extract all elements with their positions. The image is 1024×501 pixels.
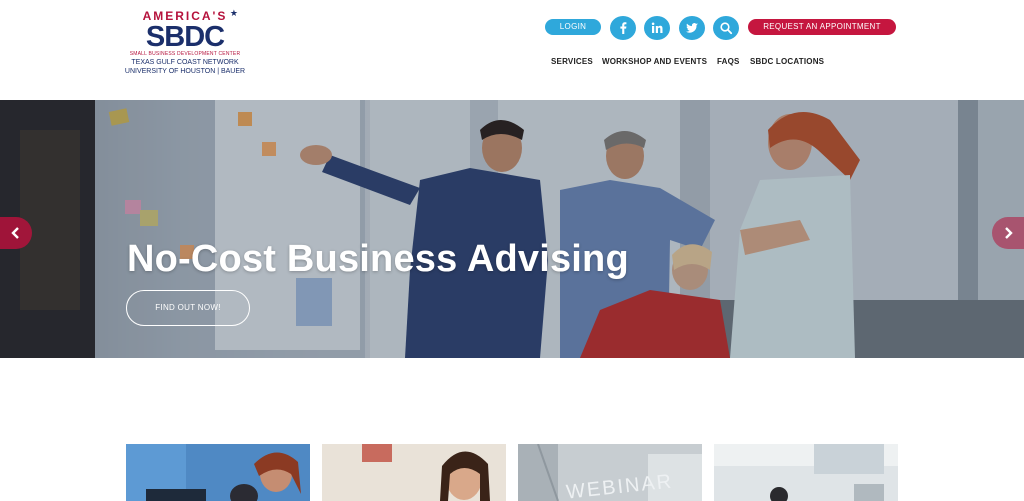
chevron-left-icon xyxy=(11,227,19,239)
top-utility-bar: LOGIN REQUEST AN APPOINTMENT xyxy=(0,16,1024,40)
service-card-advising[interactable] xyxy=(126,444,310,501)
logo-university: UNIVERSITY OF HOUSTON | BAUER xyxy=(124,68,246,75)
hero-title: No-Cost Business Advising xyxy=(127,238,629,280)
find-out-now-button[interactable]: FIND OUT NOW! xyxy=(126,290,250,326)
card-photo xyxy=(126,444,310,501)
card-photo xyxy=(322,444,506,501)
request-appointment-button[interactable]: REQUEST AN APPOINTMENT xyxy=(748,19,896,35)
chevron-right-icon xyxy=(1005,227,1013,239)
nav-item-workshop-events[interactable]: WORKSHOP AND EVENTS xyxy=(602,56,707,68)
slider-prev-button[interactable] xyxy=(0,217,32,249)
nav-item-faqs[interactable]: FAQS xyxy=(717,56,740,68)
main-nav: SERVICES WORKSHOP AND EVENTS FAQS SBDC L… xyxy=(0,56,1024,68)
slider-next-button[interactable] xyxy=(992,217,1024,249)
service-card-consulting[interactable] xyxy=(322,444,506,501)
linkedin-icon[interactable] xyxy=(644,16,670,40)
site-header: AMERICA'S ★ SBDC SMALL BUSINESS DEVELOPM… xyxy=(0,0,1024,100)
service-card-workshop[interactable] xyxy=(714,444,898,501)
service-card-webinar[interactable]: WEBINAR xyxy=(518,444,702,501)
facebook-icon[interactable] xyxy=(610,16,636,40)
nav-item-services[interactable]: SERVICES xyxy=(551,56,593,68)
card-photo xyxy=(714,444,898,501)
search-icon[interactable] xyxy=(713,16,739,40)
hero-slider: No-Cost Business Advising FIND OUT NOW! xyxy=(0,100,1024,358)
login-button[interactable]: LOGIN xyxy=(545,19,601,35)
nav-item-sbdc-locations[interactable]: SBDC LOCATIONS xyxy=(750,56,824,68)
twitter-icon[interactable] xyxy=(679,16,705,40)
